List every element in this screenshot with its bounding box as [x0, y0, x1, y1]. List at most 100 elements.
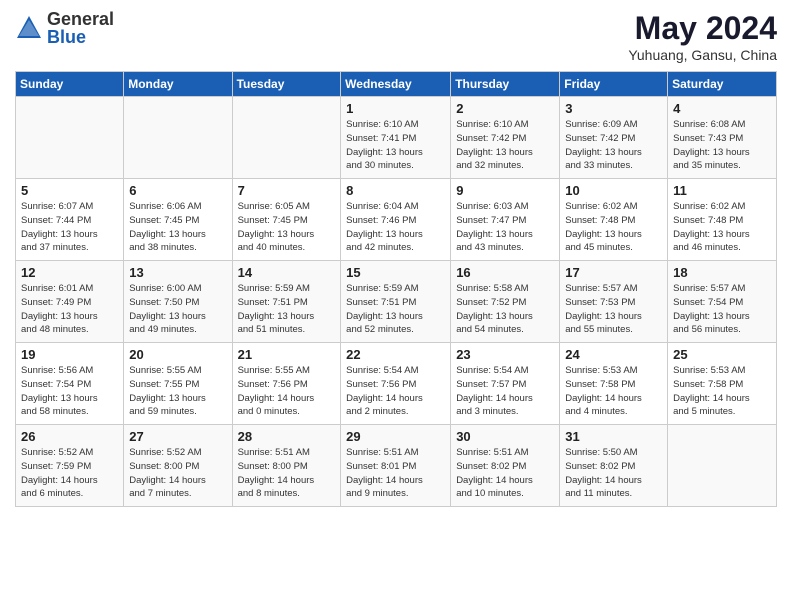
- logo-text: General Blue: [47, 10, 114, 46]
- day-number: 19: [21, 347, 118, 362]
- calendar-cell: 25 Sunrise: 5:53 AM Sunset: 7:58 PM Dayli…: [668, 343, 777, 425]
- day-info: Sunrise: 5:50 AM Sunset: 8:02 PM Dayligh…: [565, 446, 662, 501]
- day-info: Sunrise: 5:51 AM Sunset: 8:00 PM Dayligh…: [238, 446, 336, 501]
- calendar: Sunday Monday Tuesday Wednesday Thursday…: [15, 71, 777, 507]
- day-info: Sunrise: 6:06 AM Sunset: 7:45 PM Dayligh…: [129, 200, 226, 255]
- title-section: May 2024 Yuhuang, Gansu, China: [628, 10, 777, 63]
- calendar-cell: 4 Sunrise: 6:08 AM Sunset: 7:43 PM Daylig…: [668, 97, 777, 179]
- day-info: Sunrise: 6:08 AM Sunset: 7:43 PM Dayligh…: [673, 118, 771, 173]
- day-number: 5: [21, 183, 118, 198]
- calendar-week-3: 19Sunrise: 5:56 AM Sunset: 7:54 PM Dayli…: [16, 343, 777, 425]
- day-number: 11: [673, 183, 771, 198]
- calendar-cell: 18 Sunrise: 5:57 AM Sunset: 7:54 PM Dayli…: [668, 261, 777, 343]
- header-saturday: Saturday: [668, 72, 777, 97]
- calendar-week-2: 12Sunrise: 6:01 AM Sunset: 7:49 PM Dayli…: [16, 261, 777, 343]
- day-number: 28: [238, 429, 336, 444]
- calendar-cell: 3 Sunrise: 6:09 AM Sunset: 7:42 PM Daylig…: [560, 97, 668, 179]
- logo-icon: [15, 14, 43, 42]
- day-number: 29: [346, 429, 445, 444]
- calendar-cell: 7 Sunrise: 6:05 AM Sunset: 7:45 PM Daylig…: [232, 179, 341, 261]
- day-number: 20: [129, 347, 226, 362]
- day-info: Sunrise: 6:02 AM Sunset: 7:48 PM Dayligh…: [565, 200, 662, 255]
- day-info: Sunrise: 5:59 AM Sunset: 7:51 PM Dayligh…: [346, 282, 445, 337]
- calendar-cell: 12Sunrise: 6:01 AM Sunset: 7:49 PM Dayli…: [16, 261, 124, 343]
- day-info: Sunrise: 6:00 AM Sunset: 7:50 PM Dayligh…: [129, 282, 226, 337]
- day-info: Sunrise: 6:04 AM Sunset: 7:46 PM Dayligh…: [346, 200, 445, 255]
- calendar-header-row: Sunday Monday Tuesday Wednesday Thursday…: [16, 72, 777, 97]
- calendar-cell: 8Sunrise: 6:04 AM Sunset: 7:46 PM Daylig…: [341, 179, 451, 261]
- logo-blue: Blue: [47, 28, 114, 46]
- calendar-cell: 11 Sunrise: 6:02 AM Sunset: 7:48 PM Dayli…: [668, 179, 777, 261]
- day-number: 25: [673, 347, 771, 362]
- calendar-cell: 30 Sunrise: 5:51 AM Sunset: 8:02 PM Dayli…: [451, 425, 560, 507]
- day-info: Sunrise: 6:03 AM Sunset: 7:47 PM Dayligh…: [456, 200, 554, 255]
- calendar-cell: 16Sunrise: 5:58 AM Sunset: 7:52 PM Dayli…: [451, 261, 560, 343]
- calendar-cell: 20 Sunrise: 5:55 AM Sunset: 7:55 PM Dayli…: [124, 343, 232, 425]
- calendar-cell: 5 Sunrise: 6:07 AM Sunset: 7:44 PM Daylig…: [16, 179, 124, 261]
- day-number: 22: [346, 347, 445, 362]
- calendar-week-4: 26 Sunrise: 5:52 AM Sunset: 7:59 PM Dayli…: [16, 425, 777, 507]
- calendar-cell: 14Sunrise: 5:59 AM Sunset: 7:51 PM Dayli…: [232, 261, 341, 343]
- calendar-cell: 10 Sunrise: 6:02 AM Sunset: 7:48 PM Dayli…: [560, 179, 668, 261]
- day-number: 26: [21, 429, 118, 444]
- header: General Blue May 2024 Yuhuang, Gansu, Ch…: [15, 10, 777, 63]
- calendar-cell: 31 Sunrise: 5:50 AM Sunset: 8:02 PM Dayli…: [560, 425, 668, 507]
- day-info: Sunrise: 5:51 AM Sunset: 8:02 PM Dayligh…: [456, 446, 554, 501]
- day-number: 24: [565, 347, 662, 362]
- calendar-cell: 21 Sunrise: 5:55 AM Sunset: 7:56 PM Dayli…: [232, 343, 341, 425]
- location: Yuhuang, Gansu, China: [628, 47, 777, 63]
- calendar-cell: 29Sunrise: 5:51 AM Sunset: 8:01 PM Dayli…: [341, 425, 451, 507]
- day-info: Sunrise: 5:53 AM Sunset: 7:58 PM Dayligh…: [565, 364, 662, 419]
- day-info: Sunrise: 6:07 AM Sunset: 7:44 PM Dayligh…: [21, 200, 118, 255]
- logo: General Blue: [15, 10, 114, 46]
- day-number: 21: [238, 347, 336, 362]
- header-friday: Friday: [560, 72, 668, 97]
- day-info: Sunrise: 5:59 AM Sunset: 7:51 PM Dayligh…: [238, 282, 336, 337]
- day-info: Sunrise: 6:10 AM Sunset: 7:42 PM Dayligh…: [456, 118, 554, 173]
- day-info: Sunrise: 6:09 AM Sunset: 7:42 PM Dayligh…: [565, 118, 662, 173]
- day-number: 15: [346, 265, 445, 280]
- day-info: Sunrise: 5:55 AM Sunset: 7:56 PM Dayligh…: [238, 364, 336, 419]
- calendar-cell: 2 Sunrise: 6:10 AM Sunset: 7:42 PM Daylig…: [451, 97, 560, 179]
- day-number: 1: [346, 101, 445, 116]
- day-number: 30: [456, 429, 554, 444]
- day-number: 2: [456, 101, 554, 116]
- calendar-cell: 13Sunrise: 6:00 AM Sunset: 7:50 PM Dayli…: [124, 261, 232, 343]
- calendar-cell: 26 Sunrise: 5:52 AM Sunset: 7:59 PM Dayli…: [16, 425, 124, 507]
- header-wednesday: Wednesday: [341, 72, 451, 97]
- calendar-cell: [16, 97, 124, 179]
- day-number: 23: [456, 347, 554, 362]
- calendar-cell: 19Sunrise: 5:56 AM Sunset: 7:54 PM Dayli…: [16, 343, 124, 425]
- day-info: Sunrise: 5:57 AM Sunset: 7:54 PM Dayligh…: [673, 282, 771, 337]
- day-number: 6: [129, 183, 226, 198]
- calendar-cell: 24 Sunrise: 5:53 AM Sunset: 7:58 PM Dayli…: [560, 343, 668, 425]
- day-info: Sunrise: 5:58 AM Sunset: 7:52 PM Dayligh…: [456, 282, 554, 337]
- logo-general: General: [47, 10, 114, 28]
- day-info: Sunrise: 6:10 AM Sunset: 7:41 PM Dayligh…: [346, 118, 445, 173]
- day-number: 10: [565, 183, 662, 198]
- day-number: 9: [456, 183, 554, 198]
- day-info: Sunrise: 5:54 AM Sunset: 7:56 PM Dayligh…: [346, 364, 445, 419]
- day-number: 7: [238, 183, 336, 198]
- calendar-cell: 17Sunrise: 5:57 AM Sunset: 7:53 PM Dayli…: [560, 261, 668, 343]
- day-info: Sunrise: 5:54 AM Sunset: 7:57 PM Dayligh…: [456, 364, 554, 419]
- calendar-cell: 28 Sunrise: 5:51 AM Sunset: 8:00 PM Dayli…: [232, 425, 341, 507]
- calendar-cell: 1 Sunrise: 6:10 AM Sunset: 7:41 PM Daylig…: [341, 97, 451, 179]
- day-info: Sunrise: 5:52 AM Sunset: 8:00 PM Dayligh…: [129, 446, 226, 501]
- day-number: 17: [565, 265, 662, 280]
- day-info: Sunrise: 5:55 AM Sunset: 7:55 PM Dayligh…: [129, 364, 226, 419]
- calendar-cell: [232, 97, 341, 179]
- day-number: 3: [565, 101, 662, 116]
- day-number: 31: [565, 429, 662, 444]
- calendar-cell: 27Sunrise: 5:52 AM Sunset: 8:00 PM Dayli…: [124, 425, 232, 507]
- calendar-cell: 15 Sunrise: 5:59 AM Sunset: 7:51 PM Dayli…: [341, 261, 451, 343]
- header-thursday: Thursday: [451, 72, 560, 97]
- day-info: Sunrise: 6:05 AM Sunset: 7:45 PM Dayligh…: [238, 200, 336, 255]
- day-number: 18: [673, 265, 771, 280]
- day-info: Sunrise: 5:53 AM Sunset: 7:58 PM Dayligh…: [673, 364, 771, 419]
- day-info: Sunrise: 6:02 AM Sunset: 7:48 PM Dayligh…: [673, 200, 771, 255]
- day-number: 4: [673, 101, 771, 116]
- day-info: Sunrise: 5:52 AM Sunset: 7:59 PM Dayligh…: [21, 446, 118, 501]
- calendar-cell: 22 Sunrise: 5:54 AM Sunset: 7:56 PM Dayli…: [341, 343, 451, 425]
- header-sunday: Sunday: [16, 72, 124, 97]
